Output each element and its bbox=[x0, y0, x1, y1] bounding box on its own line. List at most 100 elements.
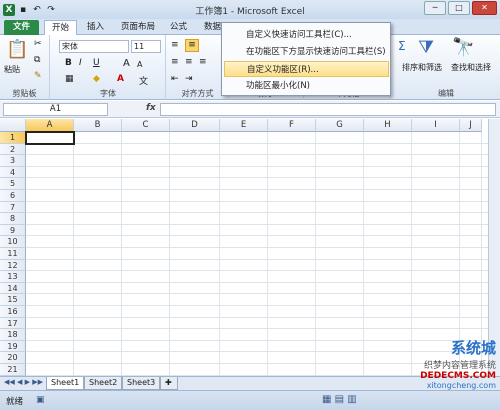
row-header[interactable]: 11 bbox=[0, 248, 26, 260]
row-header[interactable]: 15 bbox=[0, 294, 26, 306]
align-top-icon[interactable]: ≡ bbox=[171, 40, 178, 50]
font-color-icon[interactable]: A bbox=[117, 74, 124, 84]
row-header[interactable]: 7 bbox=[0, 201, 26, 214]
tab-home[interactable]: 开始 bbox=[44, 20, 78, 35]
alignment-group: ≡ ≡ ≡ ≡ ≡ ⇤ ⇥ 对齐方式 bbox=[167, 35, 229, 100]
column-header[interactable]: I bbox=[412, 119, 460, 132]
clipboard-group-label: 剪贴板 bbox=[12, 89, 37, 98]
grid-line bbox=[26, 212, 488, 214]
formula-input[interactable] bbox=[160, 103, 496, 116]
tab-formulas[interactable]: 公式 bbox=[163, 20, 194, 35]
row-header[interactable]: 13 bbox=[0, 271, 26, 283]
menu-minimize-ribbon[interactable]: 功能区最小化(N) bbox=[224, 78, 389, 94]
row-header[interactable]: 19 bbox=[0, 340, 26, 353]
row-header[interactable]: 21 bbox=[0, 364, 26, 376]
column-header[interactable]: G bbox=[316, 119, 364, 132]
row-header[interactable]: 6 bbox=[0, 190, 26, 202]
align-middle-icon[interactable]: ≡ bbox=[185, 39, 199, 52]
row-header[interactable]: 1 bbox=[0, 132, 26, 144]
grid-line bbox=[219, 132, 220, 375]
watermark: 系统城 织梦内容管理系统 DEDECMS.COM xitongcheng.com bbox=[420, 337, 496, 390]
row-header[interactable]: 12 bbox=[0, 259, 26, 272]
column-header[interactable]: F bbox=[268, 119, 316, 132]
watermark-line1: 系统城 bbox=[450, 339, 496, 357]
restore-button[interactable]: □ bbox=[448, 1, 470, 15]
find-select-button[interactable]: 查找和选择 bbox=[444, 62, 498, 73]
selected-cell[interactable] bbox=[25, 131, 75, 145]
row-header[interactable]: 2 bbox=[0, 143, 26, 156]
grow-font-button[interactable]: A bbox=[123, 58, 130, 69]
row-header[interactable]: 5 bbox=[0, 178, 26, 190]
find-icon[interactable]: 🔭 bbox=[452, 37, 474, 58]
align-center-icon[interactable]: ≡ bbox=[185, 57, 193, 67]
sort-icon[interactable]: Σ bbox=[398, 39, 406, 53]
select-all-corner[interactable] bbox=[0, 119, 26, 132]
tab-file[interactable]: 文件 bbox=[4, 20, 39, 35]
tab-sheet3[interactable]: Sheet3 bbox=[122, 377, 161, 390]
row-header[interactable]: 18 bbox=[0, 329, 26, 341]
paste-label[interactable]: 粘贴 bbox=[4, 64, 20, 75]
sheet-nav-icon[interactable]: ◀◀ ◀ ▶ ▶▶ bbox=[4, 378, 43, 386]
tab-insert[interactable]: 插入 bbox=[80, 20, 111, 35]
paste-icon[interactable]: 📋 bbox=[6, 39, 28, 60]
name-box[interactable]: A1 bbox=[3, 103, 108, 116]
menu-customize-qat[interactable]: 自定义快速访问工具栏(C)... bbox=[224, 27, 389, 43]
row-header[interactable]: 3 bbox=[0, 155, 26, 167]
copy-icon[interactable]: ⧉ bbox=[34, 55, 40, 65]
watermark-line4: xitongcheng.com bbox=[426, 381, 496, 390]
grid-line bbox=[26, 351, 488, 353]
border-icon[interactable]: ▦ bbox=[65, 74, 74, 84]
macro-record-icon[interactable]: ▣ bbox=[36, 395, 45, 405]
grid-line bbox=[26, 142, 488, 144]
font-size-select[interactable]: 11 bbox=[131, 40, 161, 53]
column-header[interactable]: C bbox=[122, 119, 170, 132]
tab-sheet1[interactable]: Sheet1 bbox=[46, 377, 85, 390]
row-header[interactable]: 20 bbox=[0, 352, 26, 364]
row-header[interactable]: 14 bbox=[0, 282, 26, 295]
column-header[interactable]: D bbox=[170, 119, 220, 132]
column-header[interactable]: H bbox=[364, 119, 412, 132]
new-sheet-icon[interactable]: ✚ bbox=[160, 377, 178, 390]
cut-icon[interactable]: ✂ bbox=[34, 39, 42, 49]
column-header[interactable]: J bbox=[460, 119, 482, 132]
row-header[interactable]: 16 bbox=[0, 306, 26, 318]
increase-indent-icon[interactable]: ⇥ bbox=[185, 74, 193, 84]
worksheet-grid[interactable]: A B C D E F G H I J 1 2 3 4 5 6 7 8 9 10 11 12 13 14 15 16 17 18 19 2… bbox=[0, 119, 488, 376]
row-header[interactable]: 10 bbox=[0, 236, 26, 248]
underline-button[interactable]: U bbox=[93, 58, 100, 68]
grid-line bbox=[26, 305, 488, 306]
font-name-select[interactable]: 宋体 bbox=[59, 40, 129, 53]
tab-page-layout[interactable]: 页面布局 bbox=[114, 20, 162, 35]
shrink-font-button[interactable]: A bbox=[137, 60, 142, 69]
status-ready: 就绪 bbox=[6, 397, 24, 407]
row-header[interactable]: 4 bbox=[0, 166, 26, 179]
phonetic-icon[interactable]: 文 bbox=[139, 74, 148, 87]
column-header[interactable]: B bbox=[74, 119, 122, 132]
column-header[interactable]: E bbox=[220, 119, 268, 132]
decrease-indent-icon[interactable]: ⇤ bbox=[171, 74, 179, 84]
alignment-group-label: 对齐方式 bbox=[181, 89, 214, 98]
bold-button[interactable]: B bbox=[65, 58, 72, 68]
sort-filter-button[interactable]: 排序和筛选 bbox=[398, 62, 446, 73]
grid-line bbox=[26, 177, 488, 179]
align-right-icon[interactable]: ≡ bbox=[199, 57, 207, 67]
menu-customize-ribbon[interactable]: 自定义功能区(R)... bbox=[224, 61, 389, 77]
menu-show-qat-below[interactable]: 在功能区下方显示快速访问工具栏(S) bbox=[224, 44, 389, 60]
view-buttons-icon[interactable]: ▦ ▤ ▥ bbox=[322, 394, 357, 405]
format-painter-icon[interactable]: ✎ bbox=[34, 71, 42, 81]
fx-icon[interactable]: fx bbox=[146, 103, 156, 113]
close-button[interactable]: ✕ bbox=[472, 1, 497, 15]
minimize-button[interactable]: ─ bbox=[424, 1, 446, 15]
row-header[interactable]: 9 bbox=[0, 224, 26, 237]
fill-color-icon[interactable]: ◆ bbox=[93, 74, 100, 84]
italic-button[interactable]: I bbox=[79, 58, 82, 68]
grid-line bbox=[26, 316, 488, 318]
row-header[interactable]: 8 bbox=[0, 213, 26, 225]
filter-icon[interactable]: ⧩ bbox=[418, 37, 434, 58]
tab-sheet2[interactable]: Sheet2 bbox=[84, 377, 123, 390]
grid-line bbox=[26, 270, 488, 272]
row-header[interactable]: 17 bbox=[0, 317, 26, 330]
grid-line bbox=[73, 132, 74, 375]
status-bar: 就绪 ▣ ▦ ▤ ▥ bbox=[0, 390, 500, 410]
align-left-icon[interactable]: ≡ bbox=[171, 57, 179, 67]
